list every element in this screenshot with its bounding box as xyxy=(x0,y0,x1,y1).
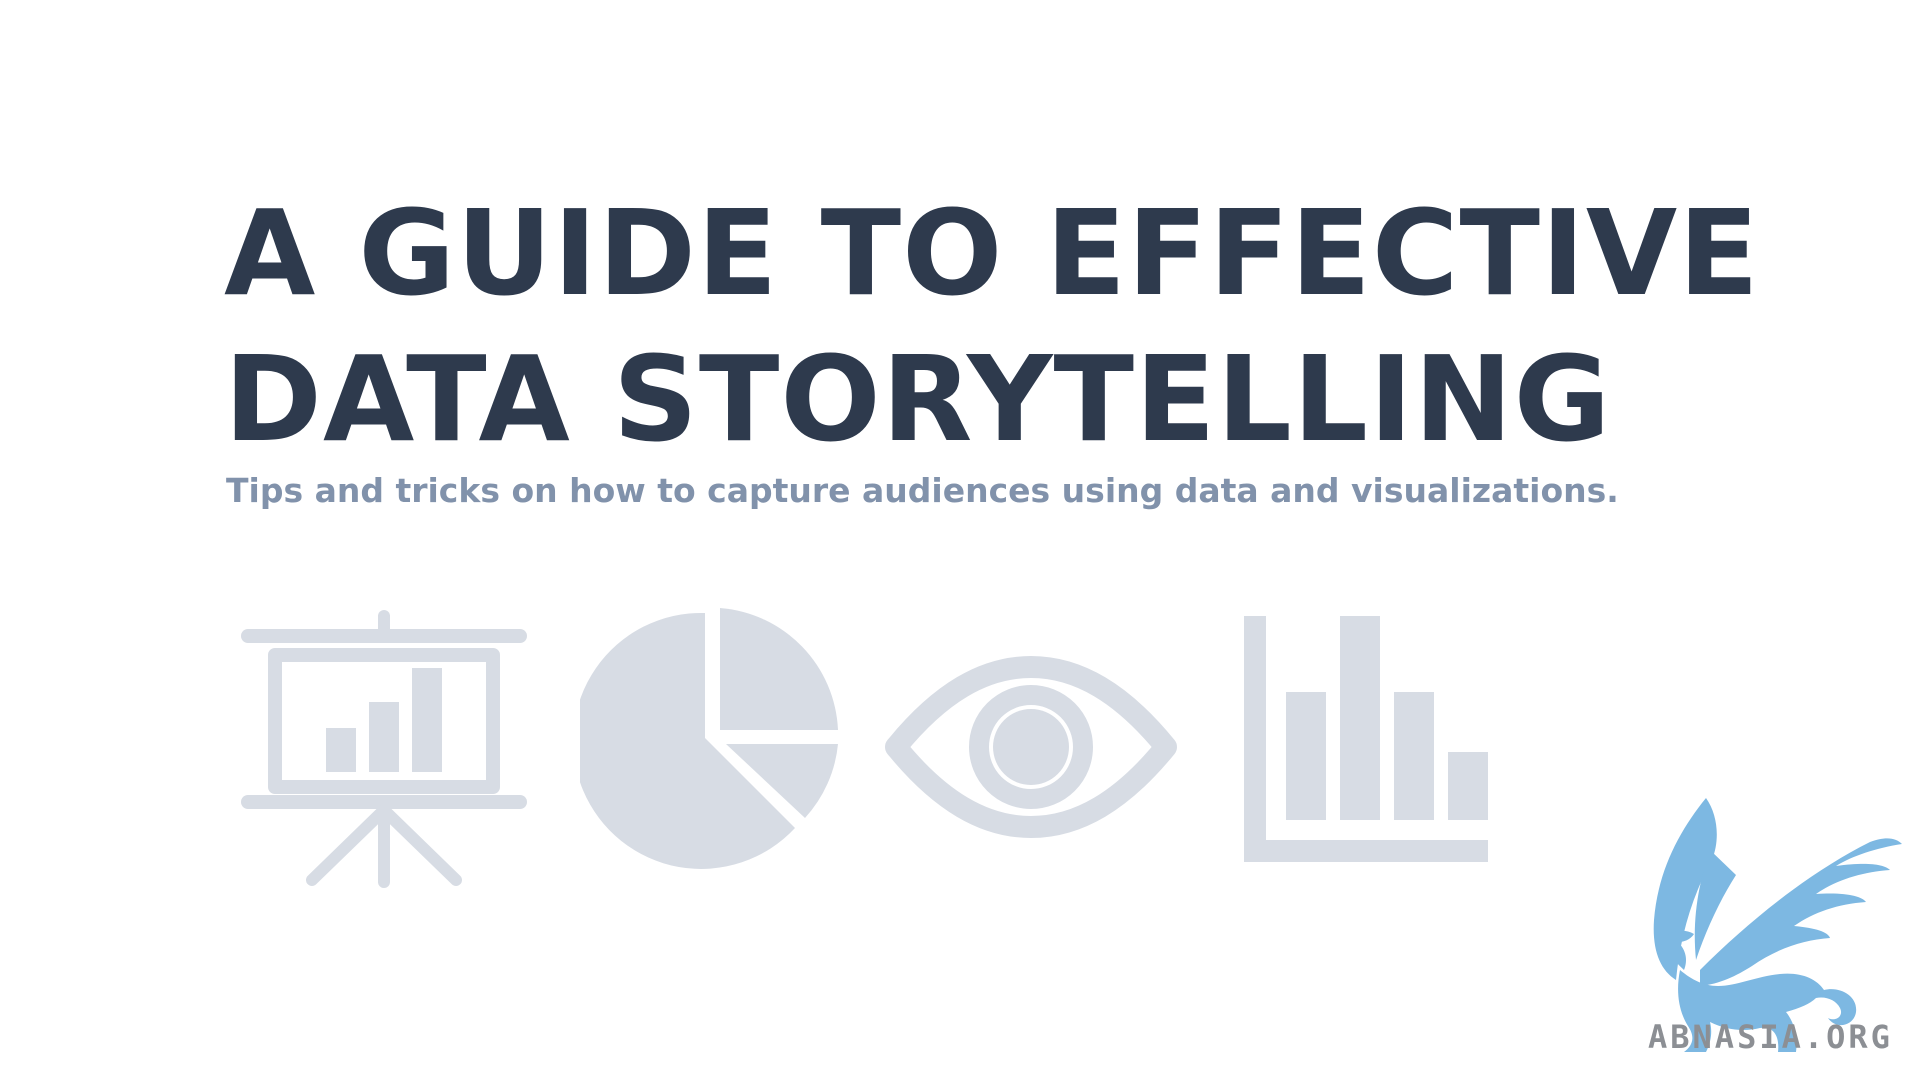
pie-chart-icon xyxy=(580,608,838,869)
logo-text: ABNASIA.ORG xyxy=(1648,1018,1893,1056)
eye-icon xyxy=(885,656,1177,838)
page-subtitle: Tips and tricks on how to capture audien… xyxy=(226,471,1619,510)
page-title: A GUIDE TO EFFECTIVE DATA STORYTELLING xyxy=(224,180,1760,472)
presentation-board-icon xyxy=(241,610,527,888)
bar-chart-icon xyxy=(1244,616,1488,862)
title-line-1: A GUIDE TO EFFECTIVE xyxy=(224,184,1760,322)
slide: A GUIDE TO EFFECTIVE DATA STORYTELLING T… xyxy=(0,0,1920,1080)
title-line-2: DATA STORYTELLING xyxy=(224,330,1612,468)
